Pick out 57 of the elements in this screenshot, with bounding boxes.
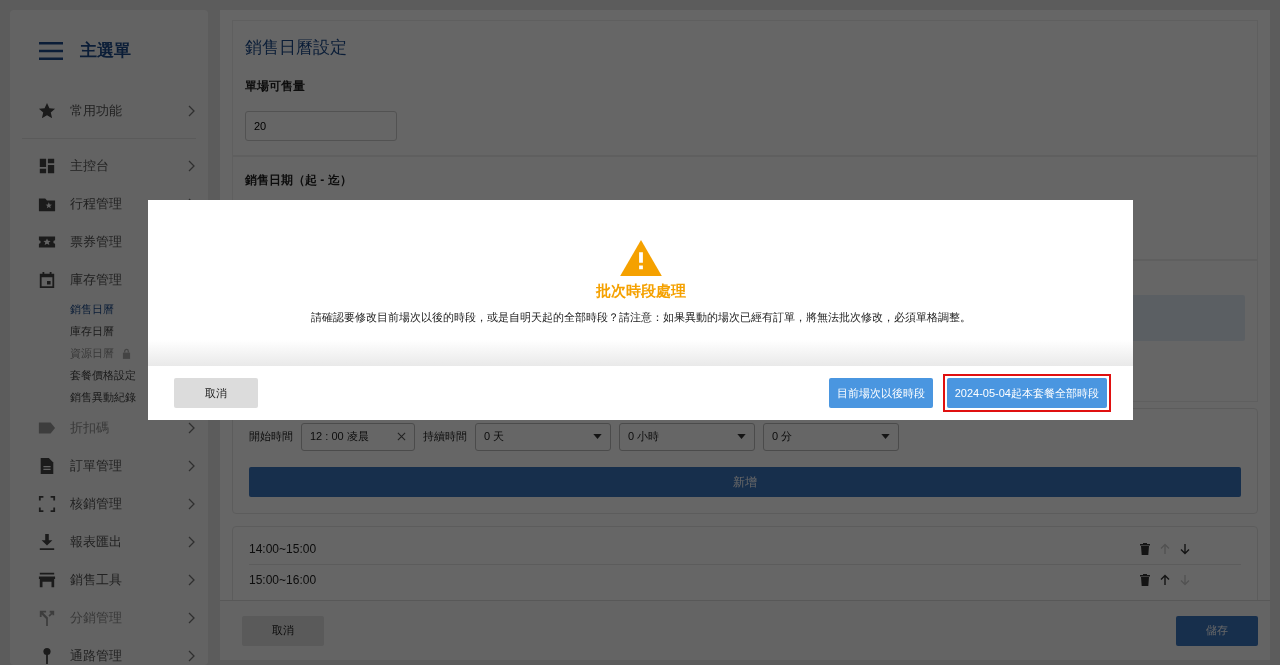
select-field[interactable]: 0 小時: [619, 422, 755, 451]
menu-item[interactable]: 主控台: [38, 146, 196, 185]
arrow-up-icon[interactable]: [1159, 573, 1171, 586]
menu-icon: [38, 41, 64, 60]
chevron-icon: [188, 649, 196, 662]
warning-icon: [619, 240, 662, 276]
chevron-icon: [188, 535, 196, 548]
quantity-input[interactable]: 20: [245, 110, 397, 141]
store-icon: [38, 570, 56, 589]
dialog-button[interactable]: 目前場次以後時段: [828, 378, 933, 408]
field-label: 開始時間: [249, 429, 293, 445]
select-field[interactable]: 0 天: [475, 422, 611, 451]
trash-icon: [1139, 543, 1151, 555]
dashboard-icon: [38, 156, 56, 175]
dropdown-icon: [881, 434, 890, 439]
dropdown-icon: [593, 434, 602, 439]
field-label: 單場可售量: [245, 77, 306, 95]
arrow-down-icon[interactable]: [1179, 543, 1191, 555]
chevron-icon: [188, 159, 196, 172]
chevron-icon: [188, 104, 196, 117]
save-button[interactable]: 儲存: [1176, 615, 1258, 646]
time-field[interactable]: 12 : 00 凌晨: [301, 422, 415, 451]
dialog-button[interactable]: 2024-05-04起本套餐全部時段: [946, 378, 1107, 408]
split-arrow-icon: [38, 608, 56, 627]
select-field[interactable]: 0 分: [763, 422, 899, 451]
dialog-title: 批次時段處理: [595, 281, 686, 301]
menu-item[interactable]: 常用功能: [38, 91, 196, 130]
menu-item[interactable]: 訂單管理: [38, 446, 196, 485]
field-label: 持續時間: [423, 429, 467, 445]
menu-item[interactable]: 銷售工具: [38, 560, 196, 599]
menu-item[interactable]: 票券管理: [38, 222, 196, 261]
menu-title: 主選單: [80, 40, 131, 62]
time-slot-label: 14:00~15:00: [249, 541, 317, 558]
trash-icon: [1139, 573, 1151, 586]
menu-item[interactable]: 通路管理: [38, 636, 196, 665]
document-icon: [38, 456, 56, 475]
add-button[interactable]: 新增: [249, 466, 1241, 497]
scan-icon: [38, 494, 56, 513]
chevron-icon: [188, 459, 196, 472]
star-icon: [38, 101, 56, 120]
download-icon: [38, 532, 56, 551]
cancel-button[interactable]: 取消: [242, 615, 324, 646]
dialog-button[interactable]: 取消: [174, 378, 258, 408]
menu-item[interactable]: 報表匯出: [38, 522, 196, 561]
calendar-icon: [38, 270, 56, 289]
menu-item[interactable]: 庫存管理: [38, 260, 196, 299]
page-title: 銷售日曆設定: [245, 37, 348, 59]
chevron-icon: [188, 497, 196, 510]
menu-item[interactable]: 核銷管理: [38, 484, 196, 523]
chevron-icon: [188, 421, 196, 434]
field-label: 銷售日期（起 - 迄）: [245, 171, 353, 189]
chevron-icon: [188, 611, 196, 624]
clear-icon: [397, 432, 406, 441]
time-slot-label: 15:00~16:00: [249, 571, 317, 589]
dropdown-icon: [737, 434, 746, 439]
chevron-icon: [188, 573, 196, 586]
dialog-message: 請確認要修改目前場次以後的時段，或是自明天起的全部時段？請注意：如果異動的場次已經有訂單，將無法批次修改，必須單格調整。: [310, 309, 971, 325]
